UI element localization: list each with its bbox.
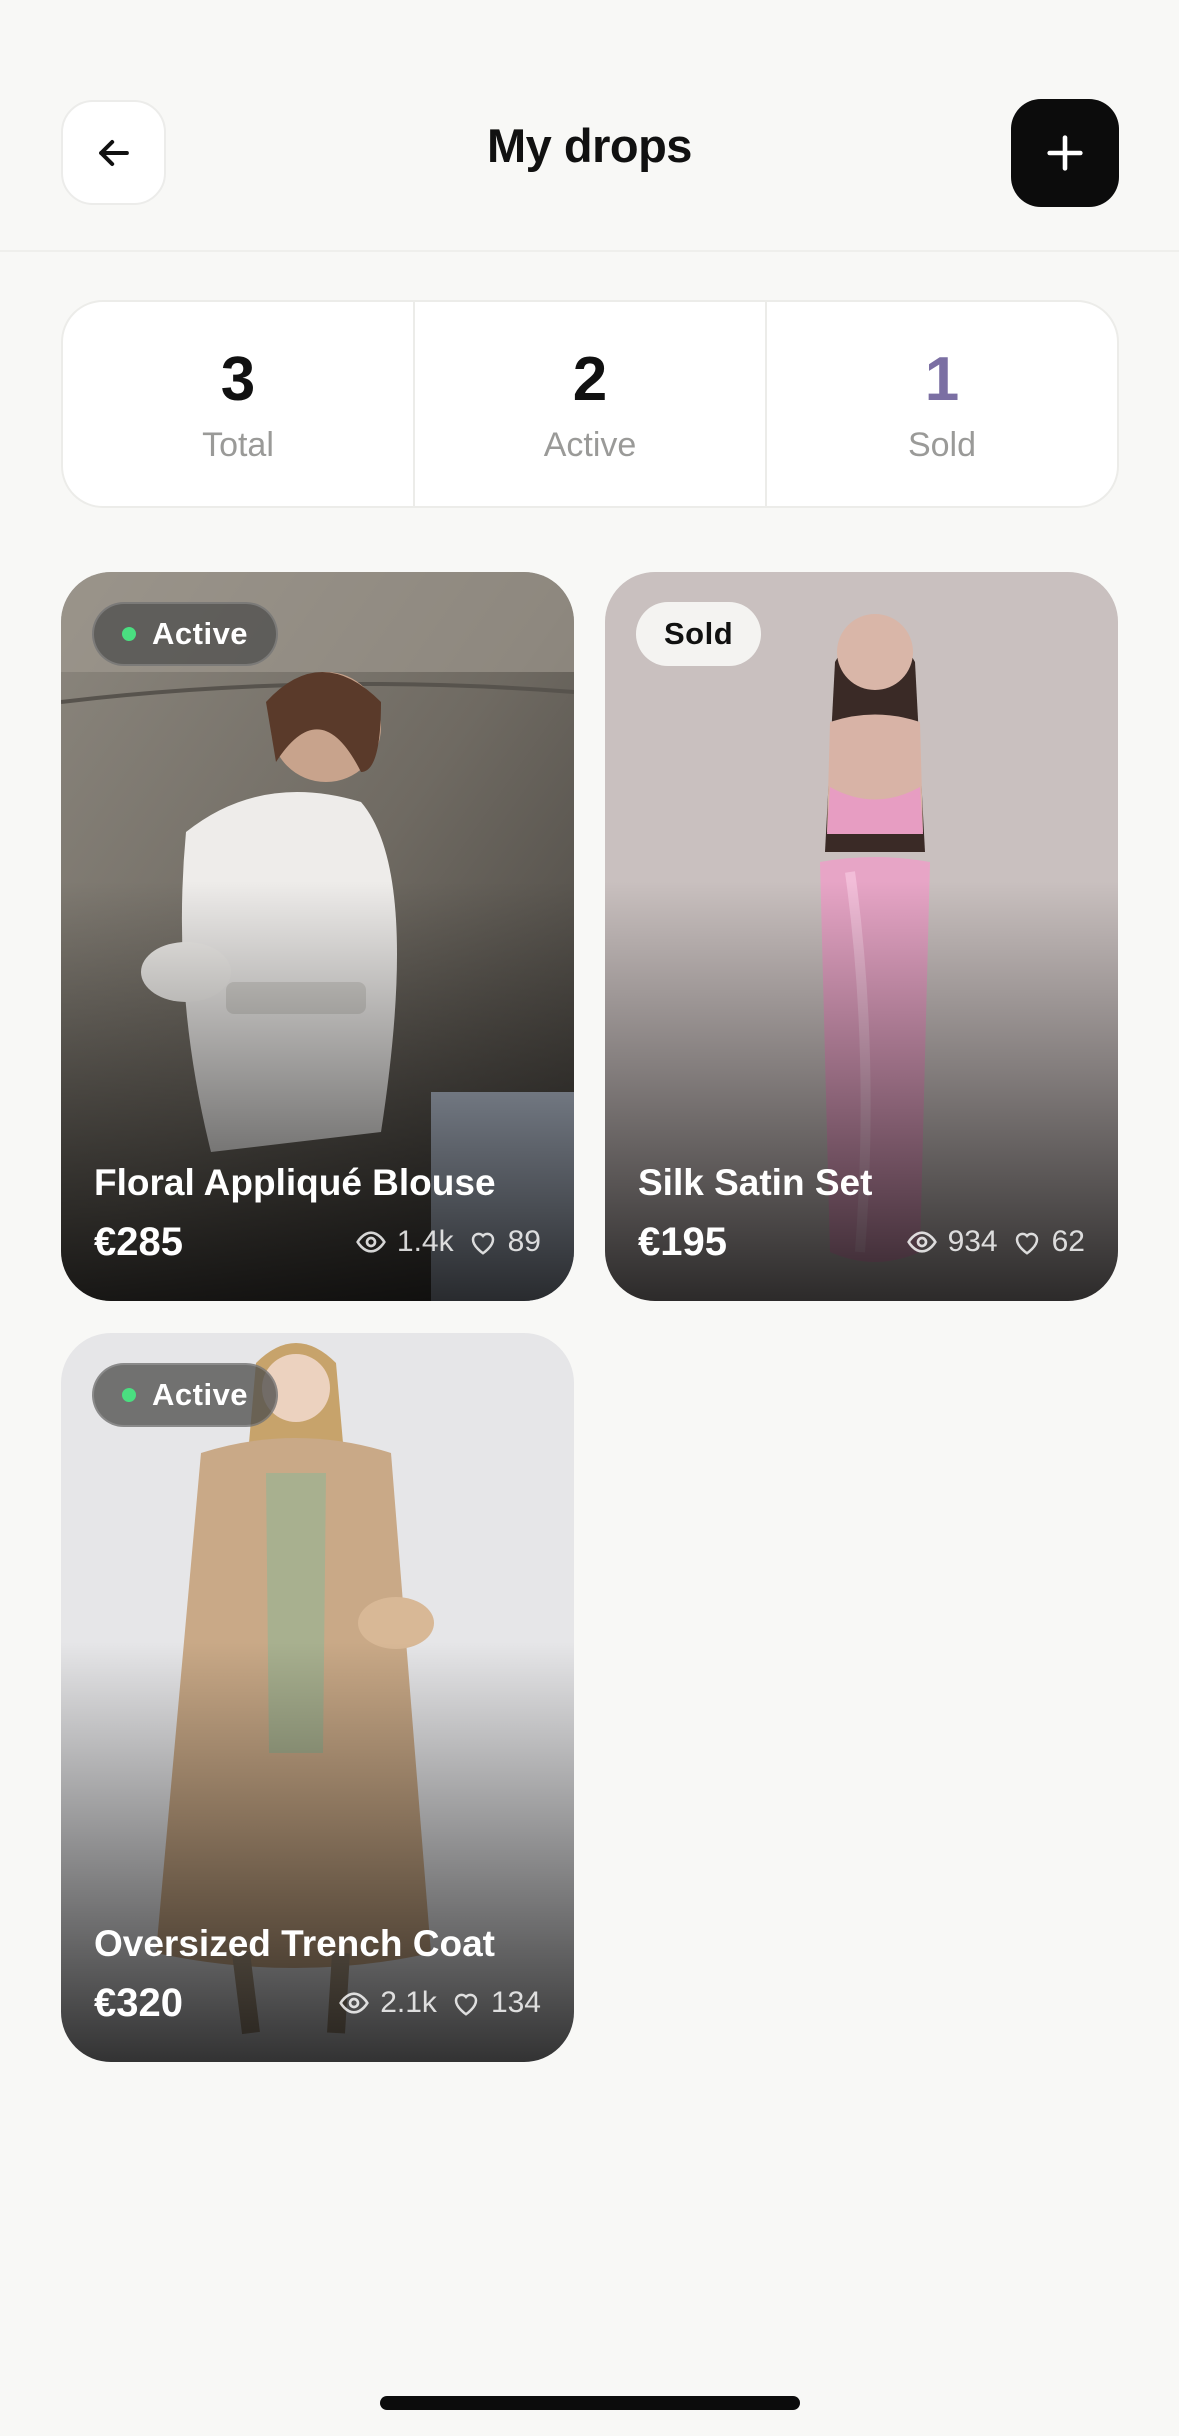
- drop-metrics: 2.1k 134: [338, 1986, 541, 2020]
- drop-metrics: 934 62: [906, 1225, 1085, 1259]
- eye-icon: [339, 1992, 370, 2014]
- heart-icon: [454, 1993, 478, 2016]
- status-badge: Active: [92, 602, 279, 666]
- stat-value: 1: [924, 345, 960, 414]
- stat-sold[interactable]: 1 Sold: [765, 302, 1117, 506]
- add-drop-button[interactable]: [1011, 99, 1119, 207]
- stat-label: Total: [202, 426, 274, 464]
- status-label: Active: [152, 616, 249, 651]
- drop-price: €195: [638, 1220, 727, 1264]
- plus-icon: [1047, 135, 1083, 171]
- drop-card[interactable]: Sold Silk Satin Set €195 934 62: [605, 572, 1118, 1301]
- status-label: Active: [152, 1377, 249, 1412]
- views-count: 1.4k: [396, 1225, 454, 1258]
- home-indicator: [380, 2396, 800, 2410]
- drop-title: Oversized Trench Coat: [94, 1923, 495, 1964]
- status-dot-icon: [122, 627, 136, 641]
- drop-price: €285: [94, 1220, 183, 1264]
- drop-title: Floral Appliqué Blouse: [94, 1162, 496, 1203]
- stat-active[interactable]: 2 Active: [413, 302, 765, 506]
- stats-summary: 3 Total 2 Active 1 Sold: [61, 300, 1119, 508]
- status-badge: Active: [92, 1363, 279, 1427]
- drop-title: Silk Satin Set: [638, 1162, 873, 1203]
- stat-value: 3: [220, 345, 256, 414]
- drop-card[interactable]: Active Oversized Trench Coat €320 2.1k 1…: [61, 1333, 574, 2062]
- status-badge: Sold: [636, 602, 762, 666]
- page-title: My drops: [487, 119, 692, 172]
- likes-count: 89: [507, 1225, 541, 1258]
- stat-total[interactable]: 3 Total: [63, 302, 413, 506]
- likes-count: 134: [490, 1986, 541, 2019]
- views-count: 2.1k: [380, 1986, 437, 2019]
- eye-icon: [356, 1231, 386, 1253]
- top-bar: My drops: [0, 0, 1179, 252]
- drop-metrics: 1.4k 89: [355, 1225, 541, 1259]
- status-label: Sold: [664, 616, 734, 651]
- drop-card[interactable]: Active Floral Appliqué Blouse €285 1.4k …: [61, 572, 574, 1301]
- heart-icon: [471, 1232, 494, 1255]
- eye-icon: [906, 1231, 937, 1253]
- stat-label: Active: [543, 426, 637, 464]
- status-dot-icon: [122, 1388, 136, 1402]
- heart-icon: [1015, 1232, 1038, 1255]
- drop-price: €320: [94, 1981, 183, 2025]
- stat-label: Sold: [907, 426, 977, 464]
- stat-value: 2: [572, 345, 608, 414]
- likes-count: 62: [1051, 1225, 1085, 1258]
- views-count: 934: [947, 1225, 998, 1258]
